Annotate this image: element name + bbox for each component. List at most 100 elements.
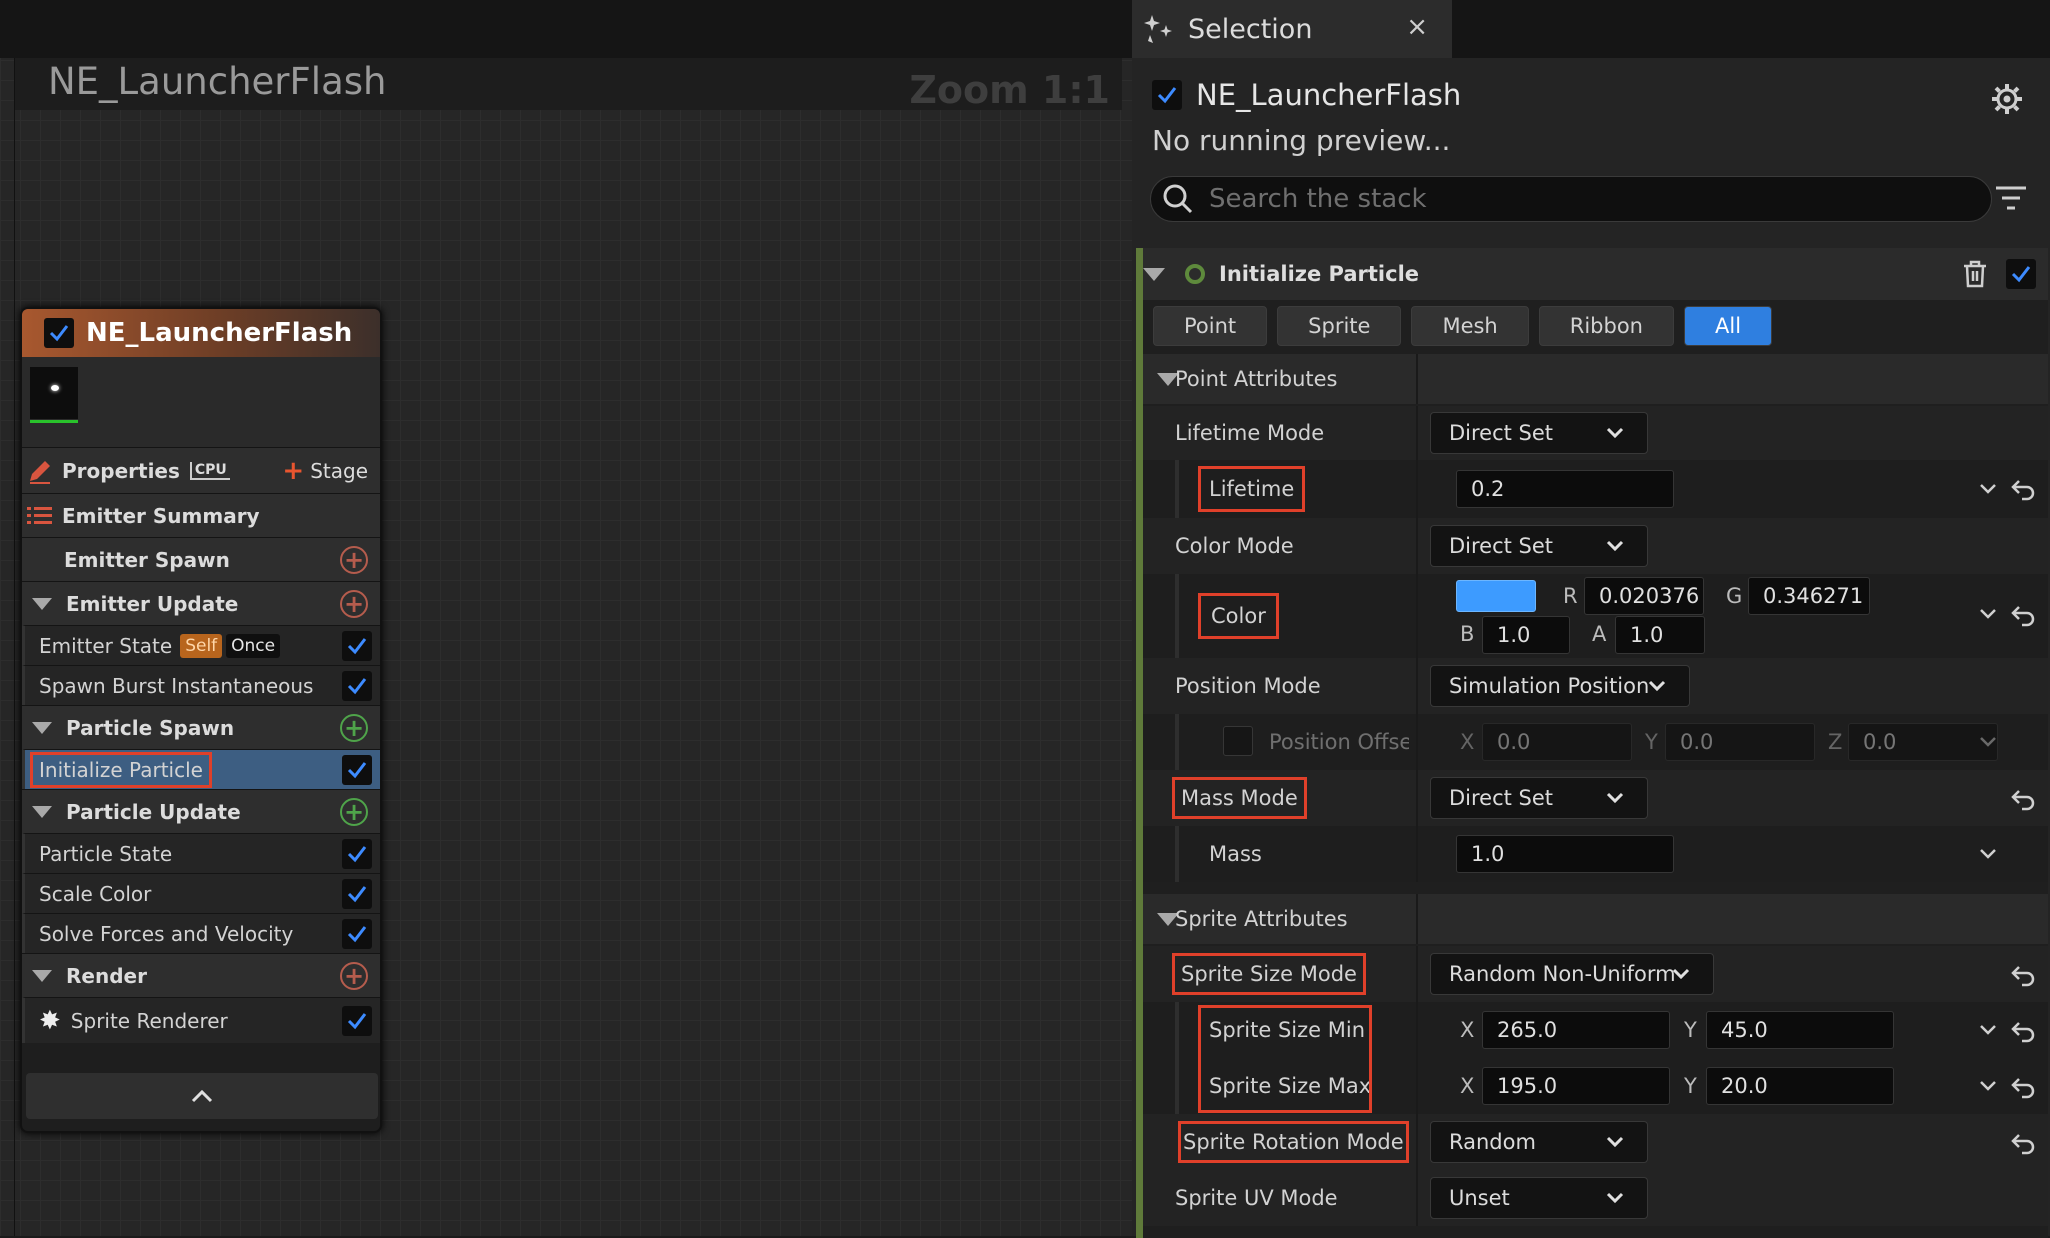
add-module-button[interactable]: + (340, 961, 368, 990)
module-initialize-particle[interactable]: Initialize Particle (22, 749, 380, 789)
module-particle-state[interactable]: Particle State (22, 833, 380, 873)
tab-selection[interactable]: Selection × (1132, 0, 1452, 58)
color-b-input[interactable]: 1.0 (1482, 616, 1570, 654)
position-offset-y-input[interactable]: 0.0 (1665, 723, 1815, 761)
section-particle-spawn[interactable]: Particle Spawn + (22, 705, 380, 749)
node-enable-checkbox[interactable] (44, 318, 74, 348)
sprite-size-mode-dropdown[interactable]: Random Non-Uniform (1430, 953, 1714, 995)
reset-arrow-icon[interactable] (2010, 602, 2036, 628)
checkmark-icon (347, 637, 367, 654)
reset-arrow-icon[interactable] (2010, 476, 2036, 502)
emitter-enable-checkbox[interactable] (1152, 80, 1182, 110)
collapse-arrow-icon[interactable] (32, 597, 52, 610)
reset-arrow-icon[interactable] (2010, 1130, 2036, 1156)
position-mode-dropdown[interactable]: Simulation Position (1430, 665, 1690, 707)
dropdown-value: Direct Set (1449, 786, 1554, 810)
expand-chevron-icon[interactable] (1978, 732, 1998, 752)
filter-sprite-button[interactable]: Sprite (1277, 306, 1402, 346)
reset-arrow-icon[interactable] (2010, 786, 2036, 812)
color-g-input[interactable]: 0.346271 (1748, 577, 1870, 615)
row-mass: Mass 1.0 (1143, 826, 2048, 882)
module-enable-checkbox[interactable] (342, 754, 372, 785)
graph-canvas[interactable]: NE_LauncherFlash Zoom 1:1 NE_LauncherFla… (0, 0, 1132, 1236)
module-enable-checkbox[interactable] (342, 1005, 372, 1036)
color-mode-dropdown[interactable]: Direct Set (1430, 525, 1648, 567)
color-a-input[interactable]: 1.0 (1615, 616, 1705, 654)
lifetime-input[interactable]: 0.2 (1456, 470, 1674, 508)
zoom-label: Zoom 1:1 (909, 68, 1110, 112)
section-point-attributes[interactable]: Point Attributes (1143, 354, 2048, 404)
filter-point-button[interactable]: Point (1153, 306, 1268, 346)
module-enable-checkbox[interactable] (342, 838, 372, 869)
collapse-node-button[interactable] (26, 1073, 378, 1119)
section-render[interactable]: Render + (22, 953, 380, 997)
section-emitter-update[interactable]: Emitter Update + (22, 581, 380, 625)
module-label: Particle State (39, 841, 173, 866)
expand-chevron-icon[interactable] (1978, 479, 1998, 499)
module-enable-checkbox[interactable] (342, 670, 372, 701)
add-module-button[interactable]: + (340, 797, 368, 826)
reset-arrow-icon[interactable] (2010, 1018, 2036, 1044)
module-spawn-burst[interactable]: Spawn Burst Instantaneous (22, 665, 380, 705)
module-emitter-state[interactable]: Emitter State Self Once (22, 625, 380, 665)
sprite-size-max-y-input[interactable]: 20.0 (1706, 1067, 1894, 1105)
expand-chevron-icon[interactable] (1978, 1076, 1998, 1096)
collapse-arrow-icon[interactable] (32, 721, 52, 734)
sprite-size-max-x-input[interactable]: 195.0 (1482, 1067, 1670, 1105)
module-sprite-renderer[interactable]: ✸ Sprite Renderer (22, 997, 380, 1043)
module-header[interactable]: Initialize Particle (1143, 248, 2048, 300)
filter-all-button[interactable]: All (1684, 306, 1773, 346)
properties-row[interactable]: Properties CPU + Stage (22, 447, 380, 493)
expand-chevron-icon[interactable] (1978, 1020, 1998, 1040)
filter-icon[interactable] (1994, 184, 2028, 214)
position-offset-z-input[interactable]: 0.0 (1848, 723, 1998, 761)
section-label: Point Attributes (1175, 367, 1338, 391)
add-module-button[interactable]: + (340, 545, 368, 574)
module-label: Emitter State (39, 633, 173, 658)
filter-ribbon-button[interactable]: Ribbon (1538, 306, 1674, 346)
filter-mesh-button[interactable]: Mesh (1411, 306, 1529, 346)
section-particle-update[interactable]: Particle Update + (22, 789, 380, 833)
close-icon[interactable]: × (1406, 12, 1428, 42)
mass-mode-dropdown[interactable]: Direct Set (1430, 777, 1648, 819)
module-enable-checkbox[interactable] (342, 630, 372, 661)
sprite-size-min-y-input[interactable]: 45.0 (1706, 1011, 1894, 1049)
color-swatch[interactable] (1456, 580, 1536, 612)
search-input[interactable] (1209, 184, 1969, 214)
module-scale-color[interactable]: Scale Color (22, 873, 380, 913)
sprite-rotation-mode-dropdown[interactable]: Random (1430, 1121, 1648, 1163)
module-solve-forces[interactable]: Solve Forces and Velocity (22, 913, 380, 953)
module-enable-checkbox[interactable] (2006, 259, 2036, 289)
row-sprite-size-mode: Sprite Size Mode Random Non-Uniform (1143, 946, 2048, 1002)
mass-input[interactable]: 1.0 (1456, 835, 1674, 873)
section-sprite-attributes[interactable]: Sprite Attributes (1143, 894, 2048, 944)
gear-icon[interactable] (1990, 82, 2024, 116)
add-module-button[interactable]: + (340, 713, 368, 742)
reset-arrow-icon[interactable] (2010, 1074, 2036, 1100)
lifetime-mode-dropdown[interactable]: Direct Set (1430, 412, 1648, 454)
add-module-button[interactable]: + (340, 589, 368, 618)
color-r-input[interactable]: 0.020376 (1584, 577, 1704, 615)
chevron-down-icon (1672, 968, 1690, 980)
section-emitter-spawn[interactable]: Emitter Spawn + (22, 537, 380, 581)
search-bar[interactable] (1150, 176, 1992, 222)
expand-chevron-icon[interactable] (1978, 844, 1998, 864)
sprite-size-min-x-input[interactable]: 265.0 (1482, 1011, 1670, 1049)
position-offset-checkbox[interactable] (1223, 726, 1253, 756)
cpu-icon: CPU (189, 461, 230, 480)
trash-icon[interactable] (1960, 259, 1990, 289)
add-stage-button[interactable]: + Stage (282, 456, 368, 486)
emitter-thumbnail[interactable] (30, 367, 78, 423)
module-enable-checkbox[interactable] (342, 878, 372, 909)
module-enable-checkbox[interactable] (342, 918, 372, 949)
reset-arrow-icon[interactable] (2010, 962, 2036, 988)
expand-chevron-icon[interactable] (1978, 604, 1998, 624)
node-header[interactable]: NE_LauncherFlash (22, 309, 380, 357)
collapse-arrow-icon[interactable] (1143, 267, 1165, 281)
emitter-node[interactable]: NE_LauncherFlash Properties CPU + Stage … (20, 307, 382, 1133)
collapse-arrow-icon[interactable] (32, 969, 52, 982)
emitter-summary-row[interactable]: Emitter Summary (22, 493, 380, 537)
sprite-uv-mode-dropdown[interactable]: Unset (1430, 1177, 1648, 1219)
collapse-arrow-icon[interactable] (32, 805, 52, 818)
position-offset-x-input[interactable]: 0.0 (1482, 723, 1632, 761)
